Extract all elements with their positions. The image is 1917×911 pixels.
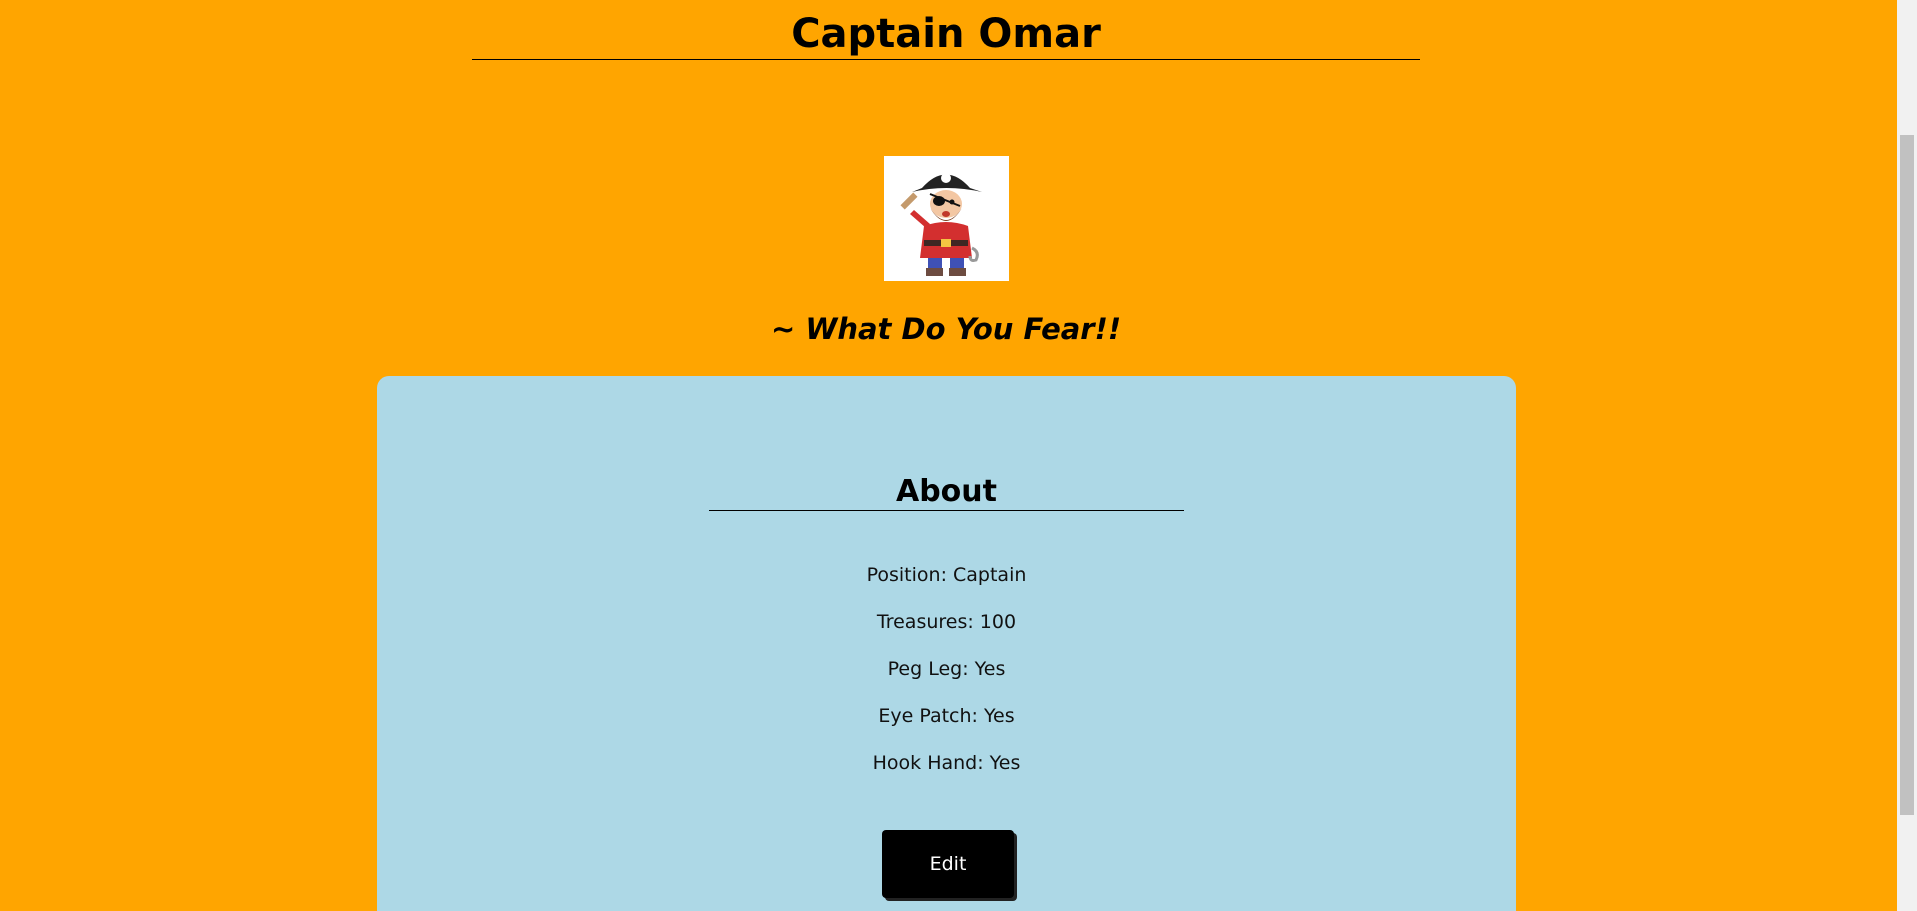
pirate-avatar-image <box>884 156 1009 281</box>
edit-button[interactable]: Edit <box>882 830 1014 898</box>
detail-peg-leg: Peg Leg: Yes <box>887 658 1006 680</box>
page-title: Captain Omar <box>791 11 1101 57</box>
about-divider <box>709 510 1184 511</box>
title-divider <box>472 59 1420 60</box>
detail-treasures: Treasures: 100 <box>876 611 1017 633</box>
details-list: Position: Captain Treasures: 100 Peg Leg… <box>709 559 1184 794</box>
detail-hook-hand: Hook Hand: Yes <box>872 752 1021 774</box>
detail-position: Position: Captain <box>866 564 1027 586</box>
detail-eye-patch: Eye Patch: Yes <box>878 705 1015 727</box>
about-heading: About <box>895 474 997 509</box>
vertical-scrollbar[interactable] <box>1897 0 1917 911</box>
catchphrase: ~ What Do You Fear!! <box>770 312 1122 346</box>
profile-page: Captain Omar ~ What Do You Fear!! About … <box>0 0 1897 911</box>
pirate-icon <box>900 173 982 276</box>
scrollbar-thumb[interactable] <box>1900 135 1914 815</box>
